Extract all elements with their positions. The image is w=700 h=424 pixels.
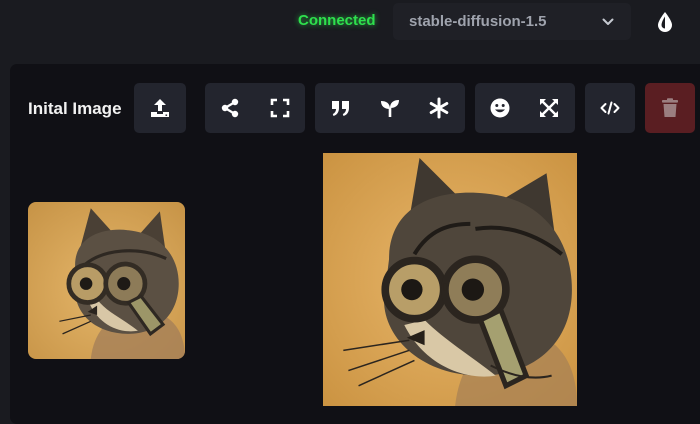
delete-button[interactable] bbox=[645, 83, 695, 133]
seedling-icon[interactable] bbox=[379, 97, 401, 119]
code-icon bbox=[599, 97, 621, 119]
upload-button[interactable] bbox=[134, 83, 186, 133]
restore-button-group bbox=[475, 83, 575, 133]
droplet-icon[interactable] bbox=[652, 9, 678, 35]
asterisk-icon[interactable] bbox=[428, 97, 450, 119]
cat-with-glasses-image[interactable] bbox=[323, 153, 577, 406]
expand-arrows-icon[interactable] bbox=[538, 97, 560, 119]
params-button-group bbox=[315, 83, 465, 133]
face-smile-icon[interactable] bbox=[489, 97, 511, 119]
model-select[interactable]: stable-diffusion-1.5 bbox=[393, 3, 631, 40]
view-button-group bbox=[205, 83, 305, 133]
panel-title: Inital Image bbox=[28, 99, 122, 118]
quote-icon[interactable] bbox=[330, 97, 352, 119]
connection-status: Connected bbox=[298, 12, 376, 29]
model-select-value: stable-diffusion-1.5 bbox=[409, 13, 547, 30]
share-icon[interactable] bbox=[219, 97, 241, 119]
upload-icon bbox=[149, 97, 171, 119]
cat-with-glasses-thumbnail[interactable] bbox=[28, 202, 185, 359]
trash-icon bbox=[659, 97, 681, 119]
code-button[interactable] bbox=[585, 83, 635, 133]
chevron-down-icon bbox=[601, 15, 615, 29]
top-bar: Connected stable-diffusion-1.5 bbox=[0, 0, 700, 62]
fullscreen-icon[interactable] bbox=[269, 97, 291, 119]
